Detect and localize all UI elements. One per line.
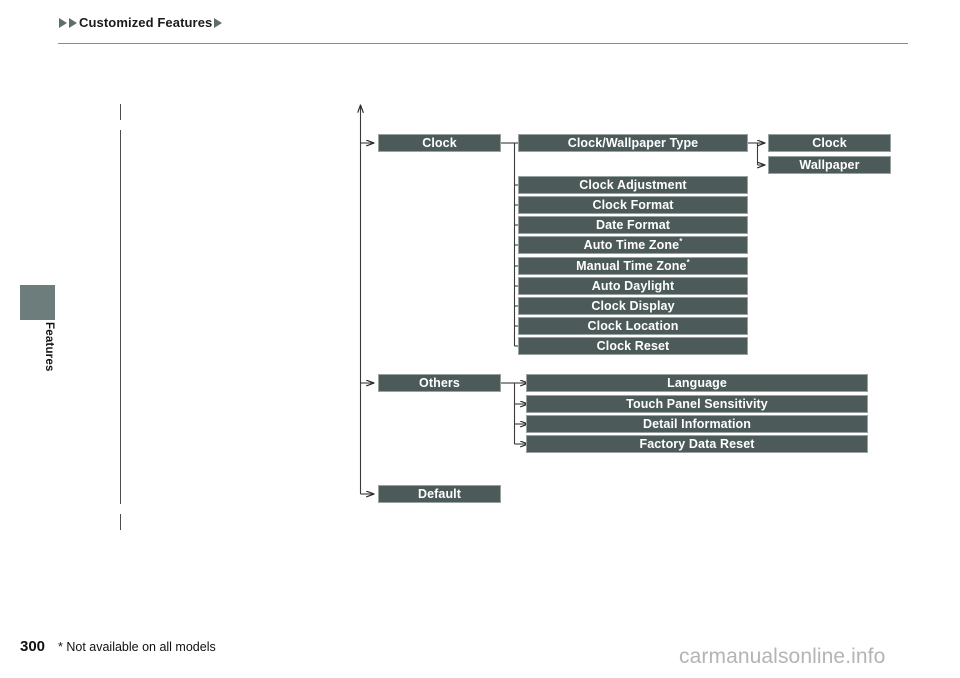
node-touch-panel-sensitivity[interactable]: Touch Panel Sensitivity	[526, 395, 868, 413]
node-clock-format[interactable]: Clock Format	[518, 196, 748, 214]
node-auto-time-zone[interactable]: Auto Time Zone*	[518, 236, 748, 254]
flowchart-connectors	[0, 0, 960, 678]
node-clock-display[interactable]: Clock Display	[518, 297, 748, 315]
node-clock[interactable]: Clock	[378, 134, 501, 152]
node-manual-time-zone[interactable]: Manual Time Zone*	[518, 257, 748, 275]
node-factory-data-reset[interactable]: Factory Data Reset	[526, 435, 868, 453]
watermark: carmanualsonline.info	[679, 645, 886, 668]
node-clock-reset[interactable]: Clock Reset	[518, 337, 748, 355]
node-language[interactable]: Language	[526, 374, 868, 392]
page-number: 300	[20, 638, 46, 655]
node-detail-information[interactable]: Detail Information	[526, 415, 868, 433]
node-date-format[interactable]: Date Format	[518, 216, 748, 234]
manual-page: Customized Features Features Clock Other…	[0, 0, 960, 678]
menu-flowchart: Clock Others Default Clock/Wallpaper Typ…	[0, 0, 960, 678]
node-label: Auto Time Zone	[583, 238, 680, 252]
node-auto-daylight[interactable]: Auto Daylight	[518, 277, 748, 295]
node-clock-wallpaper-type[interactable]: Clock/Wallpaper Type	[518, 134, 748, 152]
node-wallpaper-type-wallpaper[interactable]: Wallpaper	[768, 156, 891, 174]
node-clock-adjustment[interactable]: Clock Adjustment	[518, 176, 748, 194]
node-label: Manual Time Zone	[576, 259, 687, 273]
footnote-asterisk: *	[679, 236, 683, 246]
node-wallpaper-type-clock[interactable]: Clock	[768, 134, 891, 152]
node-default[interactable]: Default	[378, 485, 501, 503]
footnote-asterisk: *	[686, 257, 690, 267]
node-clock-location[interactable]: Clock Location	[518, 317, 748, 335]
node-others[interactable]: Others	[378, 374, 501, 392]
footnote-text: * Not available on all models	[58, 640, 216, 654]
